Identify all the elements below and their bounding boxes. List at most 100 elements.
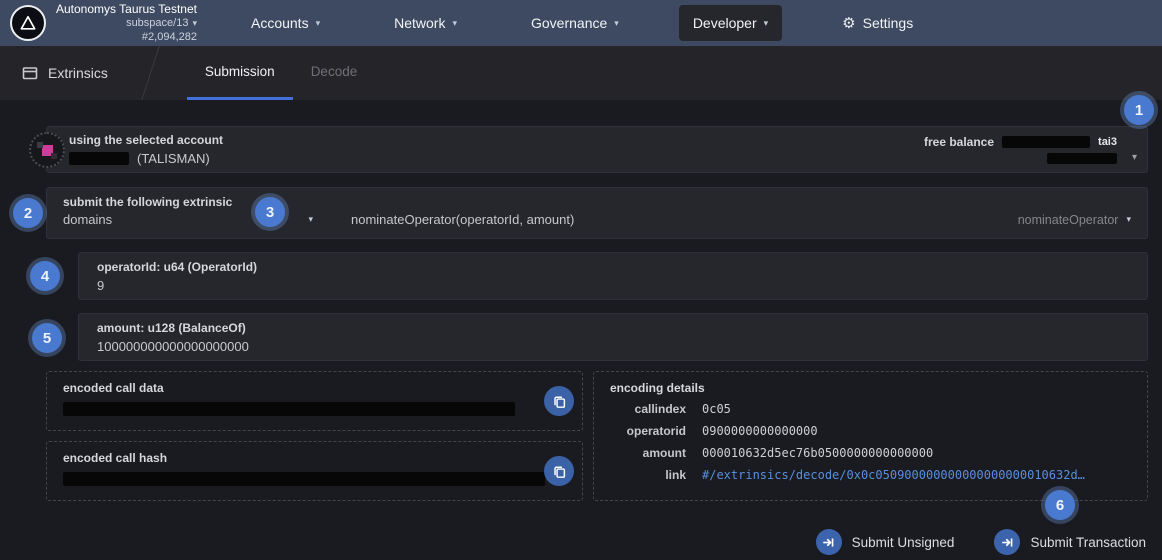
detail-label: callindex — [610, 401, 686, 417]
nav-network[interactable]: Network ▾ — [380, 5, 471, 41]
encoded-call-data-box: encoded call data — [46, 371, 583, 431]
sign-in-icon — [994, 529, 1020, 555]
annotation-badge-6: 6 — [1045, 490, 1075, 520]
runtime-label: subspace/13 — [126, 17, 188, 31]
nav-developer-label: Developer — [693, 15, 757, 31]
copy-icon — [553, 465, 566, 478]
tab-submission-label: Submission — [205, 64, 275, 79]
nav-developer[interactable]: Developer ▾ — [679, 5, 782, 41]
extrinsic-select-row: domains ▾ nominateOperator(operatorId, a… — [63, 212, 1131, 231]
chevron-down-icon: ▾ — [308, 214, 313, 225]
chevron-down-icon: ▾ — [614, 18, 619, 29]
account-card[interactable]: using the selected account (TALISMAN) fr… — [46, 126, 1148, 173]
best-block-number: #2,094,282 — [142, 31, 197, 45]
call-signature: nominateOperator(operatorId, amount) — [351, 212, 574, 227]
method-select-value: nominateOperator — [1018, 213, 1119, 227]
account-avatar[interactable] — [29, 132, 65, 168]
chain-selector[interactable]: Autonomys Taurus Testnet subspace/13 ▾ #… — [56, 2, 197, 45]
section-label: Extrinsics — [48, 65, 108, 81]
nav-governance[interactable]: Governance ▾ — [517, 5, 633, 41]
detail-label: link — [610, 467, 686, 483]
main-content: using the selected account (TALISMAN) fr… — [0, 126, 1162, 555]
encoded-call-data-label: encoded call data — [63, 381, 566, 395]
autonomys-logo[interactable] — [10, 5, 46, 41]
page-subheader: Extrinsics Submission Decode — [0, 46, 1162, 100]
annotation-badge-3: 3 — [255, 197, 285, 227]
section-extrinsics: Extrinsics — [0, 46, 108, 100]
extrinsic-card-label: submit the following extrinsic — [63, 195, 1131, 209]
main-menu: Accounts ▾ Network ▾ Governance ▾ Develo… — [237, 0, 927, 46]
detail-label: amount — [610, 445, 686, 461]
encoded-call-hash-label: encoded call hash — [63, 451, 566, 465]
encoded-output-left: encoded call data encoded call hash — [46, 371, 583, 501]
decode-link[interactable]: #/extrinsics/decode/0x0c0509000000000000… — [702, 467, 1085, 483]
balance-unit: tai3 — [1098, 136, 1117, 148]
method-select[interactable]: nominateOperator ▾ — [1018, 213, 1131, 227]
identicon-pixel — [37, 142, 43, 148]
param-amount-label: amount: u128 (BalanceOf) — [97, 321, 1129, 335]
detail-row-callindex: callindex 0c05 — [610, 401, 1131, 417]
detail-value: 000010632d5ec76b0500000000000000 — [702, 445, 933, 461]
annotation-badge-5: 5 — [32, 323, 62, 353]
encoding-details-box: encoding details callindex 0c05 operator… — [593, 371, 1148, 501]
encoding-details-title: encoding details — [610, 381, 1131, 395]
operator-id-input[interactable] — [97, 278, 1129, 293]
nav-accounts-label: Accounts — [251, 15, 309, 31]
redacted-call-data — [63, 402, 515, 416]
free-balance-row: free balance tai3 — [924, 135, 1117, 149]
top-navbar: Autonomys Taurus Testnet subspace/13 ▾ #… — [0, 0, 1162, 46]
copy-call-hash-button[interactable] — [544, 456, 574, 486]
detail-row-link: link #/extrinsics/decode/0x0c05090000000… — [610, 467, 1131, 483]
chain-name: Autonomys Taurus Testnet — [56, 2, 197, 17]
chevron-down-icon: ▾ — [1126, 214, 1131, 225]
tab-decode-label: Decode — [311, 64, 358, 79]
detail-label: operatorid — [610, 423, 686, 439]
chevron-down-icon: ▾ — [764, 18, 769, 29]
account-dropdown-caret[interactable]: ▾ — [1132, 152, 1137, 163]
tab-submission[interactable]: Submission — [187, 46, 293, 100]
extrinsic-card: submit the following extrinsic domains ▾… — [46, 187, 1148, 239]
redacted-account-name — [69, 152, 129, 165]
annotation-badge-1: 1 — [1124, 95, 1154, 125]
extrinsics-page: Autonomys Taurus Testnet subspace/13 ▾ #… — [0, 0, 1162, 560]
redacted-balance-value — [1002, 136, 1090, 148]
identicon-pixel — [51, 153, 57, 159]
account-info: using the selected account (TALISMAN) — [69, 133, 223, 166]
tab-decode[interactable]: Decode — [293, 46, 376, 100]
submit-transaction-label: Submit Transaction — [1030, 535, 1146, 550]
logo-triangle-icon — [18, 13, 38, 33]
detail-row-amount: amount 000010632d5ec76b0500000000000000 — [610, 445, 1131, 461]
encoded-call-hash-box: encoded call hash — [46, 441, 583, 501]
param-operator-id-label: operatorId: u64 (OperatorId) — [97, 260, 1129, 274]
account-name-row: (TALISMAN) — [69, 151, 223, 166]
nav-accounts[interactable]: Accounts ▾ — [237, 5, 334, 41]
free-balance-label: free balance — [924, 135, 994, 149]
nav-settings[interactable]: ⚙ Settings — [828, 5, 927, 41]
submit-unsigned-label: Submit Unsigned — [852, 535, 955, 550]
encoded-output-section: encoded call data encoded call hash enco… — [46, 371, 1148, 501]
account-balance: free balance tai3 — [924, 135, 1117, 164]
copy-icon — [553, 395, 566, 408]
account-source: (TALISMAN) — [137, 151, 210, 166]
divider — [141, 46, 160, 100]
secondary-balance-row — [1047, 153, 1117, 164]
sign-in-icon — [816, 529, 842, 555]
account-card-label: using the selected account — [69, 133, 223, 147]
copy-call-data-button[interactable] — [544, 386, 574, 416]
actions-row: Submit Unsigned Submit Transaction — [0, 529, 1146, 555]
param-operator-id-card: operatorId: u64 (OperatorId) — [78, 252, 1148, 300]
nav-settings-label: Settings — [863, 15, 914, 31]
annotation-badge-2: 2 — [13, 198, 43, 228]
submit-transaction-button[interactable]: Submit Transaction — [994, 529, 1146, 555]
nav-network-label: Network — [394, 15, 445, 31]
chevron-down-icon: ▾ — [316, 18, 321, 29]
chevron-down-icon: ▾ — [452, 18, 457, 29]
submit-unsigned-button[interactable]: Submit Unsigned — [816, 529, 955, 555]
chevron-down-icon: ▾ — [192, 18, 197, 29]
annotation-badge-4: 4 — [30, 261, 60, 291]
detail-value: 0c05 — [702, 401, 731, 417]
redacted-balance-sub — [1047, 153, 1117, 164]
amount-input[interactable] — [97, 339, 1129, 354]
redacted-call-hash — [63, 472, 545, 486]
runtime-version: subspace/13 ▾ — [126, 17, 197, 31]
